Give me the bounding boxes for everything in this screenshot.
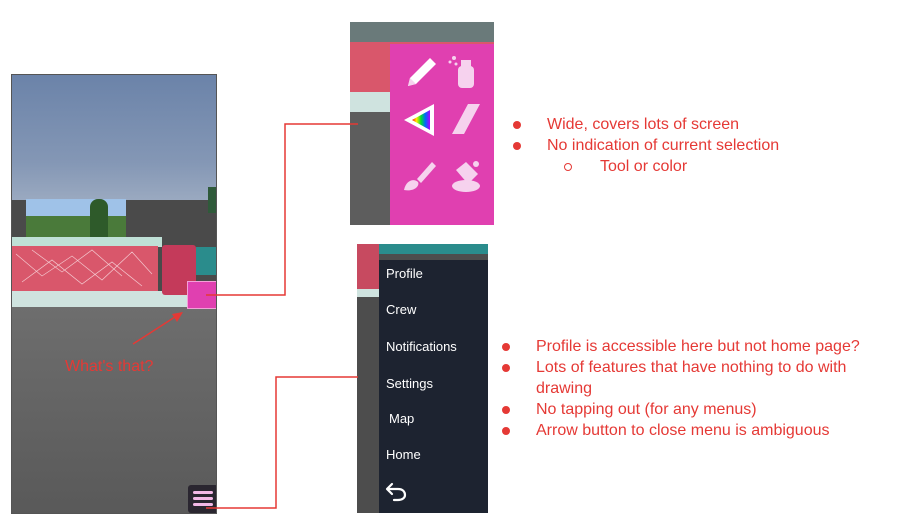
note-bullet-continuation: drawing	[536, 380, 593, 397]
note-bullet: No tapping out (for any menus)	[536, 401, 757, 418]
menu-notes: Profile is accessible here but not home …	[502, 336, 897, 441]
note-bullet: Profile is accessible here but not home …	[536, 338, 860, 355]
palette-notes: Wide, covers lots of screen No indicatio…	[513, 114, 893, 177]
note-sub-bullet: Tool or color	[600, 158, 688, 175]
note-bullet: No indication of current selection	[547, 137, 780, 154]
note-bullet: Lots of features that have nothing to do…	[536, 359, 847, 376]
note-bullet: Wide, covers lots of screen	[547, 116, 740, 133]
note-bullet: Arrow button to close menu is ambiguous	[536, 422, 830, 439]
